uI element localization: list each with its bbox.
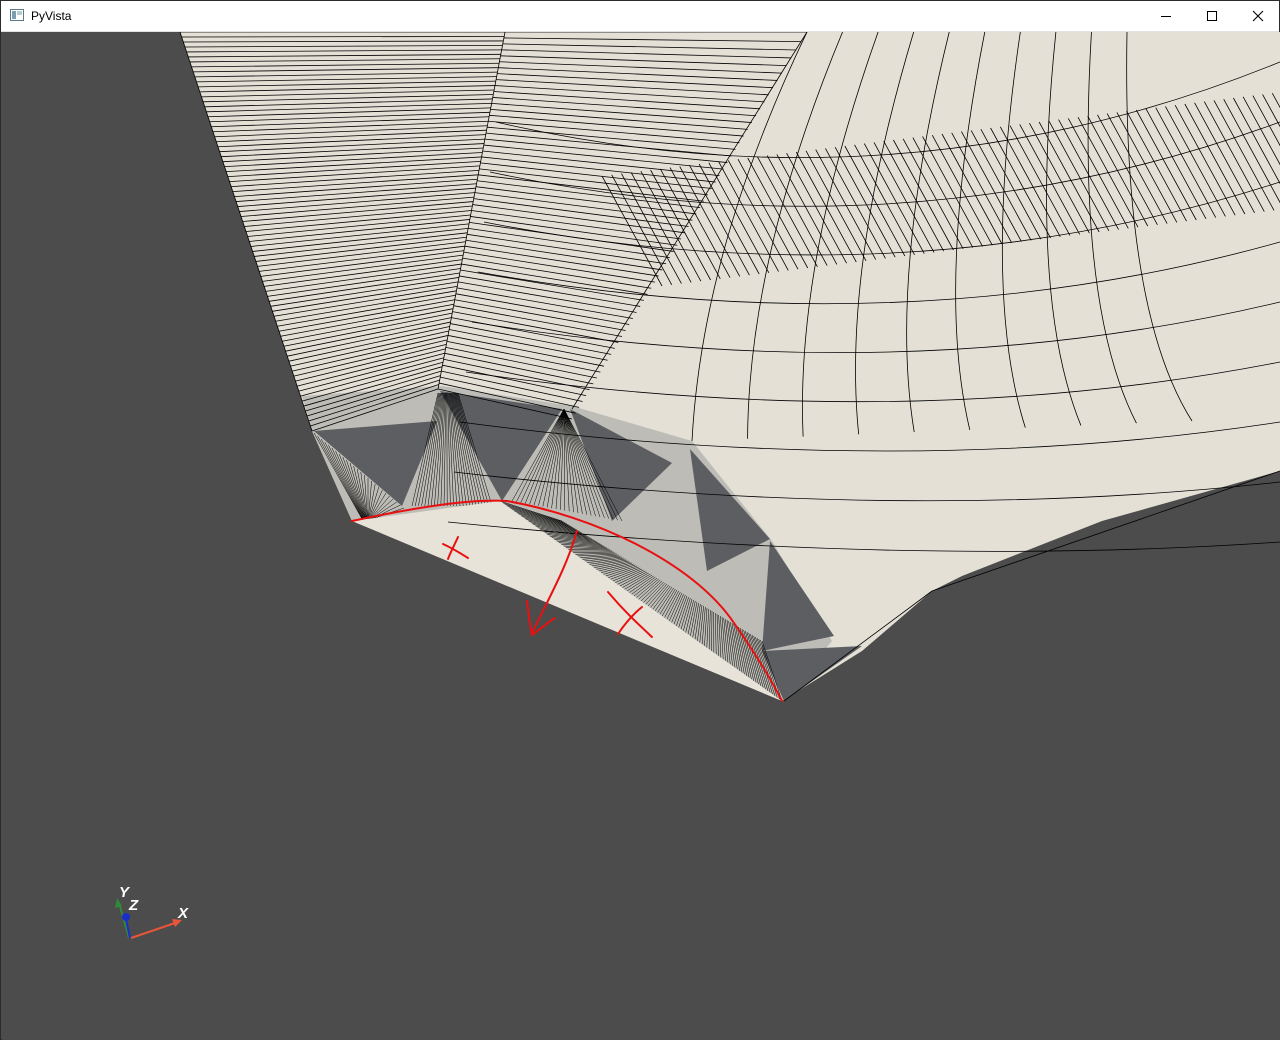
title-bar[interactable]: PyVista	[1, 1, 1279, 32]
x-axis-label: X	[177, 905, 189, 922]
window-title: PyVista	[31, 9, 72, 23]
mesh-scene: X Y Z	[115, 32, 1280, 939]
mesh-edge	[181, 36, 505, 38]
x-axis-line	[130, 921, 179, 939]
maximize-button[interactable]	[1189, 1, 1235, 31]
maximize-icon	[1207, 11, 1217, 21]
minimize-button[interactable]	[1143, 1, 1189, 31]
z-axis-label: Z	[128, 897, 139, 914]
minimize-icon	[1161, 16, 1171, 17]
orientation-axes-widget: X Y Z	[115, 884, 189, 939]
close-button[interactable]	[1235, 1, 1280, 31]
render-viewport[interactable]: X Y Z	[2, 32, 1280, 1040]
app-icon	[10, 9, 24, 21]
pyvista-window: PyVista X Y Z	[0, 0, 1280, 1040]
z-axis-arrowhead	[122, 913, 130, 921]
close-icon	[1252, 10, 1264, 22]
